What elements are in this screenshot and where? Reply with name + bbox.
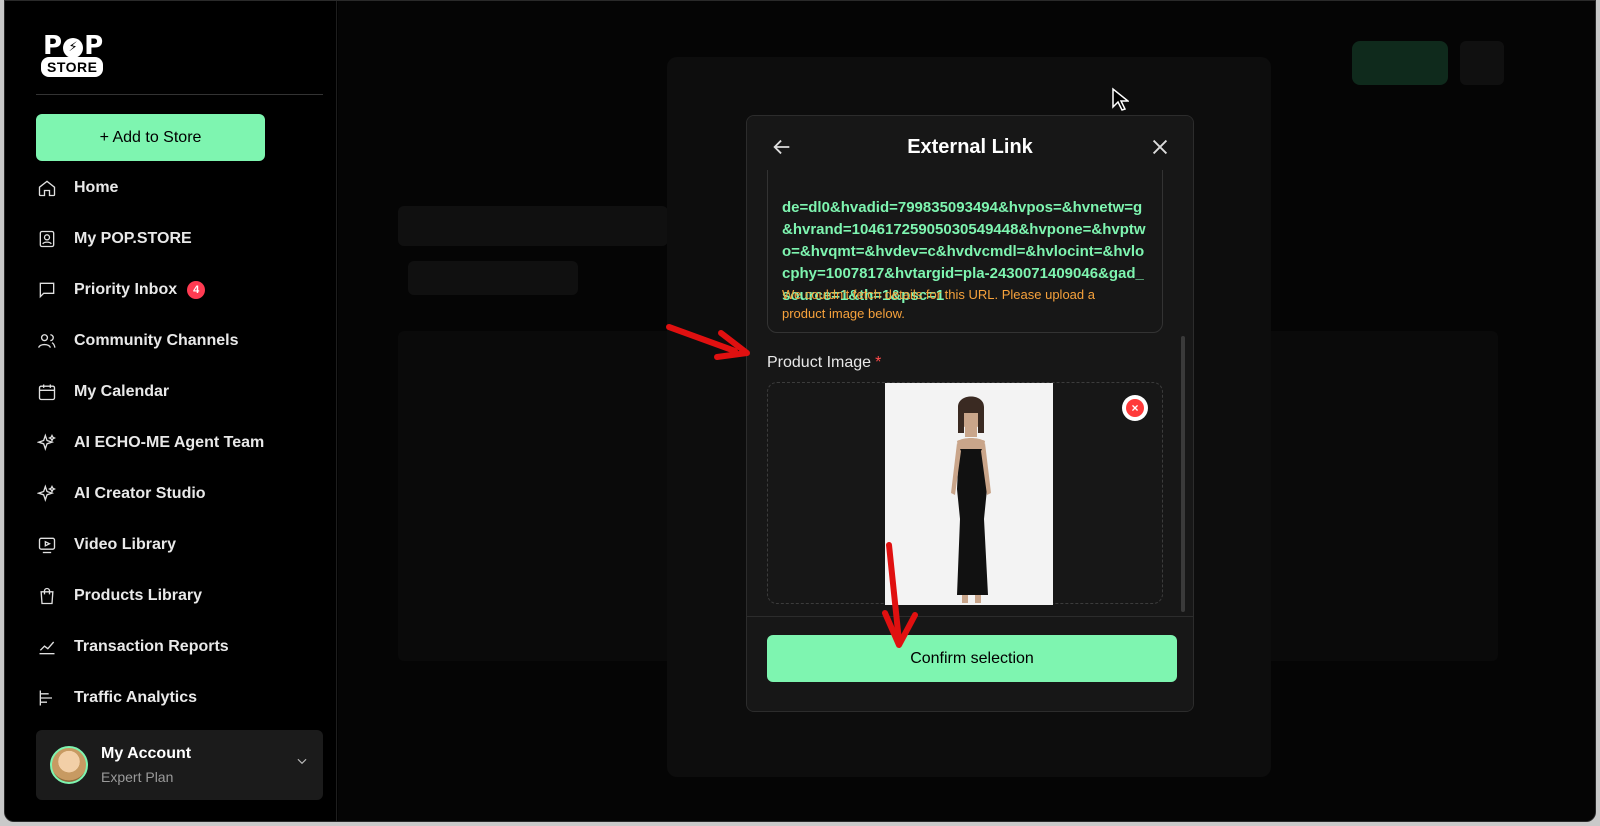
bolt-icon: ⚡ — [63, 38, 84, 58]
sidebar-item-label: My Calendar — [74, 383, 170, 400]
sidebar-item-label: Traffic Analytics — [74, 689, 198, 706]
modal-footer: Confirm selection — [747, 616, 1193, 711]
home-icon — [36, 177, 58, 199]
account-name: My Account — [101, 745, 192, 762]
bag-icon — [36, 585, 58, 607]
logo-store-text: STORE — [41, 57, 104, 77]
modal-title: External Link — [907, 136, 1033, 158]
sidebar-item-label: Community Channels — [74, 332, 239, 349]
fetch-warning: We couldn't fetch details for this URL. … — [782, 287, 1095, 321]
sidebar-item-label: AI ECHO-ME Agent Team — [74, 434, 265, 451]
product-image-dropzone[interactable]: × — [767, 382, 1163, 605]
sparkle-icon — [36, 432, 58, 454]
sidebar-item-transaction-reports[interactable]: Transaction Reports — [36, 629, 229, 665]
sidebar-item-label: Products Library — [74, 587, 203, 604]
sidebar-item-home[interactable]: Home — [36, 170, 118, 206]
sparkle-icon — [36, 483, 58, 505]
confirm-selection-button[interactable]: Confirm selection — [767, 635, 1177, 682]
sidebar-item-label: Video Library — [74, 536, 176, 553]
bg-icon-button — [1460, 41, 1504, 85]
red-arrow-annotation — [882, 542, 918, 648]
sidebar-item-priority-inbox[interactable]: Priority Inbox 4 — [36, 272, 206, 308]
sidebar-item-label: AI Creator Studio — [74, 485, 206, 502]
sidebar-item-ai-echo-me[interactable]: AI ECHO-ME Agent Team — [36, 425, 264, 461]
red-arrow-annotation — [666, 324, 750, 360]
mouse-cursor-icon — [1112, 87, 1129, 111]
sidebar-item-video-library[interactable]: Video Library — [36, 527, 176, 563]
user-card-icon — [36, 228, 58, 250]
sidebar: P ⚡ P STORE + Add to Store Home My POP.STO… — [5, 1, 337, 821]
product-image-label: Product Image * — [767, 354, 882, 371]
sidebar-item-label: Home — [74, 179, 119, 196]
bg-tabs — [398, 206, 668, 246]
chat-icon — [36, 279, 58, 301]
external-link-modal: de=dl0&hvadid=799835093494&hvpos=&hvnetw… — [746, 115, 1194, 712]
account-plan: Expert Plan — [101, 769, 174, 785]
bg-chip — [408, 261, 578, 295]
x-circle-icon: × — [1126, 399, 1144, 417]
sidebar-item-label: My POP.STORE — [74, 230, 192, 247]
bg-primary-button — [1352, 41, 1448, 85]
bars-icon — [36, 687, 58, 709]
trend-icon — [36, 636, 58, 658]
pop-store-logo[interactable]: P ⚡ P STORE — [39, 31, 115, 77]
calendar-icon — [36, 381, 58, 403]
sidebar-divider — [36, 94, 323, 95]
sidebar-item-community-channels[interactable]: Community Channels — [36, 323, 238, 359]
scrollbar[interactable] — [1181, 336, 1185, 612]
sidebar-item-ai-creator-studio[interactable]: AI Creator Studio — [36, 476, 206, 512]
sidebar-item-label: Priority Inbox — [74, 281, 178, 298]
modal-header: External Link — [747, 116, 1193, 178]
sidebar-item-my-calendar[interactable]: My Calendar — [36, 374, 169, 410]
inbox-count-badge: 4 — [187, 281, 206, 299]
close-icon[interactable] — [1149, 136, 1171, 158]
video-icon — [36, 534, 58, 556]
sidebar-item-my-popstore[interactable]: My POP.STORE — [36, 221, 192, 257]
url-preview-box: de=dl0&hvadid=799835093494&hvpos=&hvnetw… — [767, 152, 1163, 333]
sidebar-item-products-library[interactable]: Products Library — [36, 578, 202, 614]
chevron-down-icon — [297, 758, 307, 765]
add-to-store-button[interactable]: + Add to Store — [36, 114, 265, 161]
remove-image-button[interactable]: × — [1122, 395, 1148, 421]
required-mark: * — [875, 354, 882, 371]
avatar — [50, 746, 88, 784]
account-menu[interactable]: My Account Expert Plan — [36, 730, 323, 800]
users-icon — [36, 330, 58, 352]
app-window: P ⚡ P STORE + Add to Store Home My POP.STO… — [4, 0, 1596, 822]
sidebar-item-label: Transaction Reports — [74, 638, 229, 655]
sidebar-item-traffic-analytics[interactable]: Traffic Analytics — [36, 680, 197, 716]
